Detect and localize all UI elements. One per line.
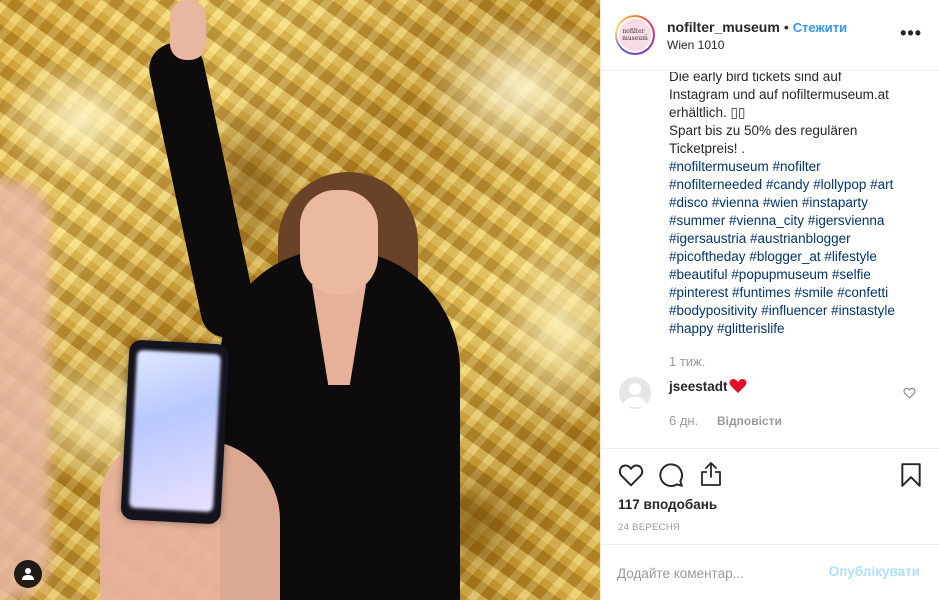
comments-section: Die early bird tickets sind auf Instagra…: [601, 72, 939, 448]
photo-subject-hand: [170, 0, 206, 60]
username-link[interactable]: nofilter_museum: [667, 19, 780, 35]
share-button[interactable]: [697, 460, 725, 488]
default-avatar-icon: [623, 383, 647, 407]
post-caption: Die early bird tickets sind auf Instagra…: [669, 72, 929, 338]
bookmark-icon: [901, 463, 921, 487]
reply-button[interactable]: Відповісти: [717, 414, 782, 428]
comment-avatar[interactable]: [619, 377, 651, 409]
like-button[interactable]: [617, 461, 645, 489]
follow-button[interactable]: Стежити: [793, 20, 847, 35]
photo-foreground-person: [0, 180, 50, 600]
heart-outline-icon: [903, 387, 916, 399]
tagged-users-button[interactable]: [14, 560, 42, 588]
separator-dot: •: [783, 18, 789, 35]
user-icon: [22, 568, 34, 580]
location-link[interactable]: Wien 1010: [667, 37, 847, 53]
share-upload-icon: [701, 462, 721, 486]
post-date[interactable]: 24 ВЕРЕСНЯ: [618, 522, 680, 533]
caption-timestamp[interactable]: 1 тиж.: [669, 354, 705, 369]
caption-hashtags[interactable]: #nofiltermuseum #nofilter #nofilterneede…: [669, 159, 895, 336]
comment-button[interactable]: [657, 461, 685, 489]
add-comment-bar: Опублікувати: [601, 544, 939, 600]
avatar[interactable]: nofilter_ museum: [615, 15, 655, 55]
caption-text: Die early bird tickets sind auf Instagra…: [669, 72, 889, 156]
comment-input[interactable]: [617, 559, 827, 587]
red-heart-emoji-icon: [729, 378, 747, 399]
post-actions: 117 вподобань 24 ВЕРЕСНЯ: [601, 448, 939, 544]
likes-count[interactable]: 117 вподобань: [618, 497, 717, 512]
save-button[interactable]: [897, 461, 925, 489]
header-text: nofilter_museum • Стежити Wien 1010: [667, 18, 847, 53]
avatar-logo: nofilter_ museum: [619, 19, 651, 51]
post-side-panel: nofilter_ museum nofilter_museum • Стежити…: [600, 0, 939, 600]
post-photo[interactable]: [0, 0, 600, 600]
more-options-button[interactable]: •••: [900, 24, 922, 42]
photo-subject-face: [300, 190, 378, 295]
publish-button[interactable]: Опублікувати: [829, 564, 920, 579]
photo-foreground-phone: [120, 339, 230, 525]
photo-phone-screen: [128, 349, 222, 513]
comment-like-button[interactable]: [903, 386, 916, 404]
comment-timestamp[interactable]: 6 дн.: [669, 413, 698, 428]
post-header: nofilter_ museum nofilter_museum • Стежити…: [601, 0, 939, 71]
speech-bubble-icon: [659, 463, 683, 487]
heart-icon: [618, 464, 644, 487]
comment-username[interactable]: jseestadt: [669, 379, 728, 394]
